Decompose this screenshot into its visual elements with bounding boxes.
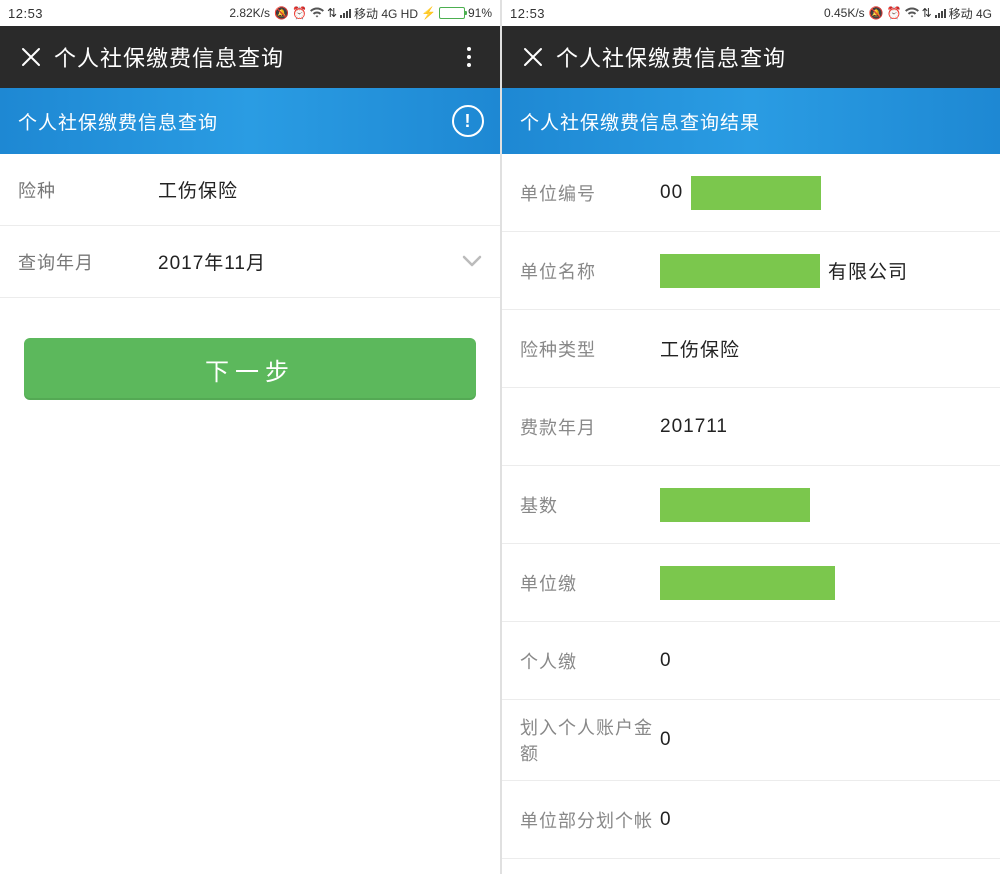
insurance-type-label: 险种 [18, 177, 158, 203]
banner-title: 个人社保缴费信息查询结果 [520, 108, 760, 135]
query-form: 险种 工伤保险 查询年月 2017年11月 [0, 154, 500, 298]
status-carrier: 移动 4G HD [354, 5, 418, 22]
status-icons: 🔕 ⏰ ⇅ 移动 4G HD ⚡ 91% [274, 5, 492, 22]
alarm-icon: ⏰ [292, 7, 307, 19]
unit-name-label: 单位名称 [520, 258, 660, 284]
result-table: 单位编号 00 单位名称 有限公司 险种类型 工伤保险 费款年月 201711 … [502, 154, 1000, 859]
title-bar: 个人社保缴费信息查询 [0, 26, 500, 88]
row-personal-pay: 个人缴 0 [502, 622, 1000, 700]
signal-icon [340, 8, 351, 18]
charging-icon: ⚡ [421, 7, 436, 19]
personal-pay-value: 0 [660, 650, 982, 672]
unit-name-suffix: 有限公司 [828, 257, 908, 284]
row-query-period[interactable]: 查询年月 2017年11月 [0, 226, 500, 298]
status-bar: 12:53 0.45K/s 🔕 ⏰ ⇅ 移动 4G [502, 0, 1000, 26]
data-updown-icon: ⇅ [327, 7, 337, 19]
dnd-icon: 🔕 [274, 7, 289, 19]
status-time: 12:53 [8, 6, 43, 21]
row-insurance-type: 险种类型 工伤保险 [502, 310, 1000, 388]
query-period-value: 2017年11月 [158, 248, 266, 275]
fee-period-value: 201711 [660, 416, 982, 438]
more-menu-button[interactable] [452, 40, 486, 74]
insurance-type-value: 工伤保险 [660, 335, 982, 362]
unit-number-label: 单位编号 [520, 180, 660, 206]
signal-icon [935, 8, 946, 18]
phone-result: 12:53 0.45K/s 🔕 ⏰ ⇅ 移动 4G 个人社保缴费信息查询 个人社… [500, 0, 1000, 874]
status-net-speed: 2.82K/s [229, 6, 270, 20]
insurance-type-value: 工伤保险 [158, 176, 482, 203]
row-fee-period: 费款年月 201711 [502, 388, 1000, 466]
unit-to-account-value: 0 [660, 809, 982, 831]
phone-query: 12:53 2.82K/s 🔕 ⏰ ⇅ 移动 4G HD ⚡ 91% 个人社 [0, 0, 500, 874]
data-updown-icon: ⇅ [922, 7, 932, 19]
row-unit-pay: 单位缴 [502, 544, 1000, 622]
close-button[interactable] [14, 40, 48, 74]
query-period-label: 查询年月 [18, 249, 158, 275]
redacted-block [660, 254, 820, 288]
status-battery-pct: 91% [468, 6, 492, 20]
battery-icon [439, 7, 465, 19]
status-bar: 12:53 2.82K/s 🔕 ⏰ ⇅ 移动 4G HD ⚡ 91% [0, 0, 500, 26]
empty-area [0, 440, 500, 874]
next-button[interactable]: 下一步 [24, 338, 476, 400]
personal-pay-label: 个人缴 [520, 648, 660, 674]
info-icon[interactable]: ! [452, 105, 484, 137]
row-unit-number: 单位编号 00 [502, 154, 1000, 232]
unit-pay-label: 单位缴 [520, 570, 660, 596]
section-banner: 个人社保缴费信息查询 ! [0, 88, 500, 154]
to-personal-account-label: 划入个人账户金额 [520, 714, 660, 766]
wifi-icon [905, 7, 919, 20]
redacted-block [660, 488, 810, 522]
alarm-icon: ⏰ [887, 7, 902, 19]
page-title: 个人社保缴费信息查询 [550, 41, 986, 73]
unit-to-account-label: 单位部分划个帐 [520, 807, 660, 833]
row-unit-name: 单位名称 有限公司 [502, 232, 1000, 310]
banner-title: 个人社保缴费信息查询 [18, 108, 218, 135]
next-button-label: 下一步 [205, 352, 295, 387]
row-to-personal-account: 划入个人账户金额 0 [502, 700, 1000, 781]
base-label: 基数 [520, 492, 660, 518]
status-icons: 🔕 ⏰ ⇅ 移动 4G [869, 5, 992, 22]
status-time: 12:53 [510, 6, 545, 21]
redacted-block [691, 176, 821, 210]
page-title: 个人社保缴费信息查询 [48, 41, 452, 73]
unit-number-prefix: 00 [660, 182, 683, 204]
status-net-speed: 0.45K/s [824, 6, 865, 20]
to-personal-account-value: 0 [660, 729, 982, 751]
wifi-icon [310, 7, 324, 20]
fee-period-label: 费款年月 [520, 414, 660, 440]
redacted-block [660, 566, 835, 600]
row-insurance-type[interactable]: 险种 工伤保险 [0, 154, 500, 226]
status-carrier: 移动 4G [949, 5, 992, 22]
chevron-down-icon [462, 250, 482, 273]
insurance-type-label: 险种类型 [520, 336, 660, 362]
section-banner: 个人社保缴费信息查询结果 [502, 88, 1000, 154]
row-base: 基数 [502, 466, 1000, 544]
close-button[interactable] [516, 40, 550, 74]
dnd-icon: 🔕 [869, 7, 884, 19]
row-unit-to-account: 单位部分划个帐 0 [502, 781, 1000, 859]
title-bar: 个人社保缴费信息查询 [502, 26, 1000, 88]
